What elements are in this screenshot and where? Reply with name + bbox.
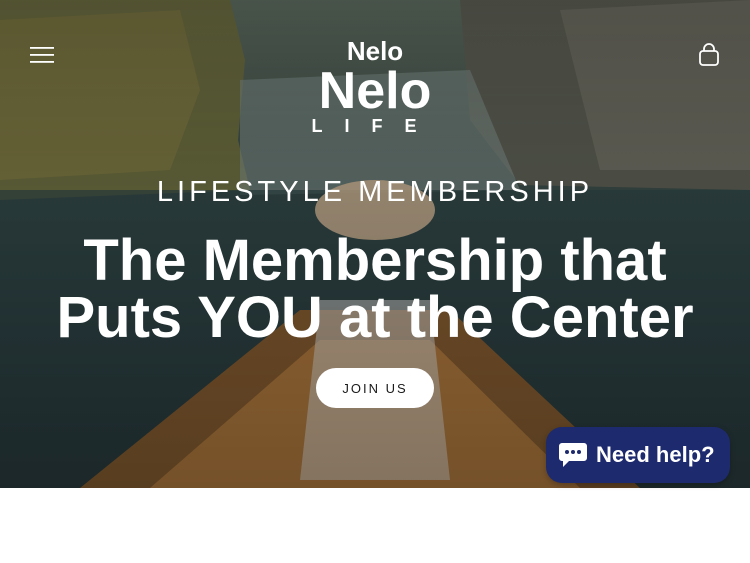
chat-help-button[interactable]: Need help?: [546, 427, 730, 483]
site-logo[interactable]: Nelo Nelo LIFE: [295, 32, 455, 140]
cart-button[interactable]: [694, 40, 724, 70]
hero-headline-line-1: The Membership that: [83, 228, 667, 293]
chat-help-label: Need help?: [596, 442, 715, 467]
menu-button[interactable]: [26, 40, 58, 70]
hamburger-menu-icon: [30, 47, 54, 63]
hero-headline: The Membership that Puts YOU at the Cent…: [0, 228, 750, 350]
hero-headline-line-2: Puts YOU at the Center: [56, 285, 694, 350]
hero-eyebrow: LIFESTYLE MEMBERSHIP: [156, 176, 594, 208]
svg-text:Nelo: Nelo: [319, 62, 432, 120]
join-us-button[interactable]: JOIN US: [316, 368, 434, 408]
chat-bubble-icon: [559, 443, 587, 467]
shopping-bag-icon: [699, 43, 719, 66]
svg-text:LIFE: LIFE: [312, 116, 439, 136]
hero-banner: Nelo Nelo LIFE LIFESTYLE MEMBERSHIP The …: [0, 0, 750, 488]
